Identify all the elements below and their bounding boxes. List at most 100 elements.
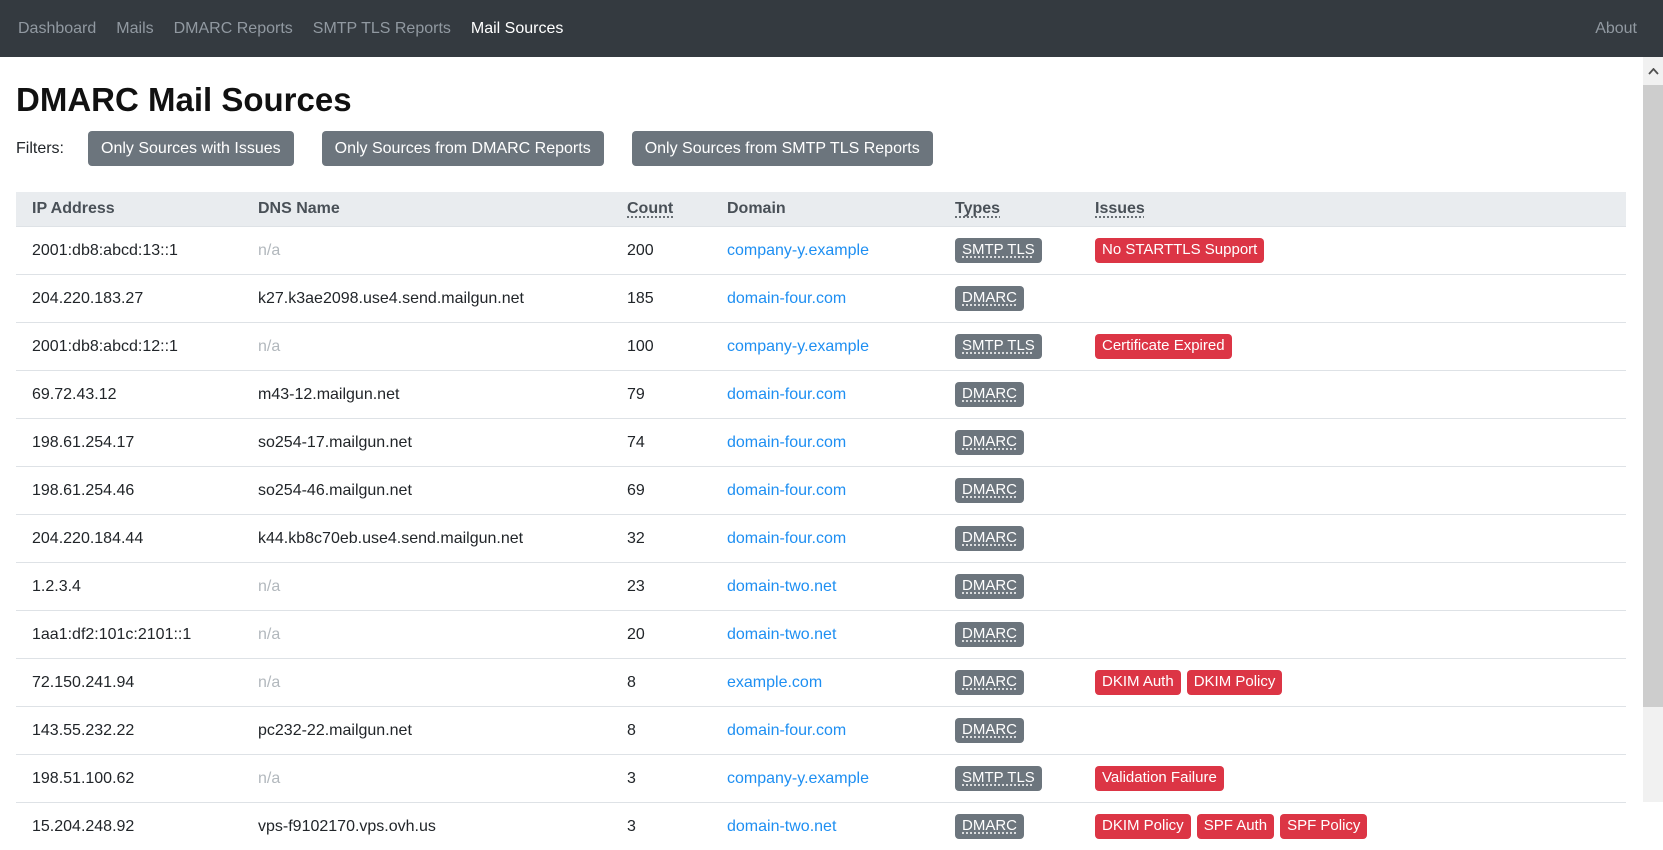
issues-cell bbox=[1079, 611, 1626, 659]
vertical-scrollbar[interactable] bbox=[1643, 57, 1663, 802]
types-cell: SMTP TLS bbox=[939, 755, 1079, 803]
ip-address-cell: 198.61.254.17 bbox=[16, 419, 242, 467]
domain-link[interactable]: domain-four.com bbox=[727, 722, 846, 739]
column-header-count[interactable]: Count bbox=[611, 192, 711, 227]
domain-link[interactable]: domain-four.com bbox=[727, 290, 846, 307]
ip-address-cell: 69.72.43.12 bbox=[16, 371, 242, 419]
domain-cell: domain-four.com bbox=[711, 371, 939, 419]
count-cell: 32 bbox=[611, 515, 711, 563]
type-badge-label: DMARC bbox=[962, 385, 1017, 402]
type-badge-dmarc[interactable]: DMARC bbox=[955, 430, 1024, 455]
domain-link[interactable]: domain-four.com bbox=[727, 530, 846, 547]
type-badge-dmarc[interactable]: DMARC bbox=[955, 670, 1024, 695]
column-header-issues[interactable]: Issues bbox=[1079, 192, 1626, 227]
type-badge-dmarc[interactable]: DMARC bbox=[955, 526, 1024, 551]
types-cell: DMARC bbox=[939, 275, 1079, 323]
domain-link[interactable]: domain-four.com bbox=[727, 386, 846, 403]
issues-cell bbox=[1079, 419, 1626, 467]
nav-item-dmarc-reports[interactable]: DMARC Reports bbox=[164, 12, 303, 46]
type-badge-label: DMARC bbox=[962, 625, 1017, 642]
ip-address-cell: 1aa1:df2:101c:2101::1 bbox=[16, 611, 242, 659]
scrollbar-thumb[interactable] bbox=[1643, 85, 1663, 707]
type-badge-dmarc[interactable]: DMARC bbox=[955, 574, 1024, 599]
table-row: 204.220.184.44k44.kb8c70eb.use4.send.mai… bbox=[16, 515, 1626, 563]
nav-item-about[interactable]: About bbox=[1593, 12, 1647, 45]
chevron-up-icon bbox=[1648, 68, 1659, 75]
domain-link[interactable]: domain-two.net bbox=[727, 626, 836, 643]
count-cell: 185 bbox=[611, 275, 711, 323]
dns-name-cell: k27.k3ae2098.use4.send.mailgun.net bbox=[242, 275, 611, 323]
domain-cell: domain-two.net bbox=[711, 563, 939, 611]
table-row: 1aa1:df2:101c:2101::1n/a20domain-two.net… bbox=[16, 611, 1626, 659]
issues-cell bbox=[1079, 275, 1626, 323]
issues-cell: Certificate Expired bbox=[1079, 323, 1626, 371]
types-cell: SMTP TLS bbox=[939, 323, 1079, 371]
type-badge-dmarc[interactable]: DMARC bbox=[955, 718, 1024, 743]
type-badge-smtp-tls[interactable]: SMTP TLS bbox=[955, 238, 1042, 263]
issue-badge-spf-policy: SPF Policy bbox=[1280, 814, 1367, 839]
issues-cell bbox=[1079, 563, 1626, 611]
ip-address-cell: 15.204.248.92 bbox=[16, 803, 242, 850]
column-header-types[interactable]: Types bbox=[939, 192, 1079, 227]
nav-item-mail-sources[interactable]: Mail Sources bbox=[461, 12, 573, 46]
dns-name-cell: m43-12.mailgun.net bbox=[242, 371, 611, 419]
types-cell: DMARC bbox=[939, 419, 1079, 467]
count-cell: 8 bbox=[611, 659, 711, 707]
type-badge-label: DMARC bbox=[962, 481, 1017, 498]
dns-name-cell: vps-f9102170.vps.ovh.us bbox=[242, 803, 611, 850]
issue-badge-certificate-expired: Certificate Expired bbox=[1095, 334, 1232, 359]
types-cell: DMARC bbox=[939, 563, 1079, 611]
table-row: 1.2.3.4n/a23domain-two.netDMARC bbox=[16, 563, 1626, 611]
type-badge-dmarc[interactable]: DMARC bbox=[955, 814, 1024, 839]
sort-link-issues[interactable]: Issues bbox=[1095, 200, 1145, 217]
type-badge-label: DMARC bbox=[962, 289, 1017, 306]
type-badge-dmarc[interactable]: DMARC bbox=[955, 286, 1024, 311]
dns-name-cell: so254-46.mailgun.net bbox=[242, 467, 611, 515]
issues-cell bbox=[1079, 515, 1626, 563]
dns-name-cell: n/a bbox=[242, 755, 611, 803]
issue-badge-dkim-policy: DKIM Policy bbox=[1095, 814, 1191, 839]
filter-button-only-sources-from-smtp-tls-reports[interactable]: Only Sources from SMTP TLS Reports bbox=[632, 131, 933, 166]
count-cell: 79 bbox=[611, 371, 711, 419]
count-cell: 3 bbox=[611, 803, 711, 850]
nav-item-smtp-tls-reports[interactable]: SMTP TLS Reports bbox=[303, 12, 461, 46]
ip-address-cell: 72.150.241.94 bbox=[16, 659, 242, 707]
count-cell: 74 bbox=[611, 419, 711, 467]
nav-item-dashboard[interactable]: Dashboard bbox=[16, 12, 106, 46]
issues-cell bbox=[1079, 371, 1626, 419]
domain-cell: example.com bbox=[711, 659, 939, 707]
type-badge-smtp-tls[interactable]: SMTP TLS bbox=[955, 334, 1042, 359]
nav-item-mails[interactable]: Mails bbox=[106, 12, 163, 46]
issue-badge-no-starttls-support: No STARTTLS Support bbox=[1095, 238, 1264, 263]
type-badge-dmarc[interactable]: DMARC bbox=[955, 478, 1024, 503]
domain-link[interactable]: company-y.example bbox=[727, 770, 869, 787]
count-cell: 20 bbox=[611, 611, 711, 659]
types-cell: DMARC bbox=[939, 515, 1079, 563]
filters-label: Filters: bbox=[16, 140, 64, 158]
domain-link[interactable]: example.com bbox=[727, 674, 822, 691]
type-badge-dmarc[interactable]: DMARC bbox=[955, 622, 1024, 647]
filter-button-only-sources-with-issues[interactable]: Only Sources with Issues bbox=[88, 131, 294, 166]
ip-address-cell: 2001:db8:abcd:12::1 bbox=[16, 323, 242, 371]
sort-link-count[interactable]: Count bbox=[627, 200, 673, 217]
mail-sources-table: IP AddressDNS NameCountDomainTypesIssues… bbox=[16, 192, 1626, 850]
type-badge-smtp-tls[interactable]: SMTP TLS bbox=[955, 766, 1042, 791]
issues-cell bbox=[1079, 467, 1626, 515]
type-badge-dmarc[interactable]: DMARC bbox=[955, 382, 1024, 407]
domain-link[interactable]: domain-two.net bbox=[727, 818, 836, 835]
domain-link[interactable]: domain-two.net bbox=[727, 578, 836, 595]
ip-address-cell: 1.2.3.4 bbox=[16, 563, 242, 611]
domain-link[interactable]: domain-four.com bbox=[727, 482, 846, 499]
domain-link[interactable]: domain-four.com bbox=[727, 434, 846, 451]
types-cell: DMARC bbox=[939, 707, 1079, 755]
dns-name-cell: n/a bbox=[242, 563, 611, 611]
domain-link[interactable]: company-y.example bbox=[727, 242, 869, 259]
count-cell: 69 bbox=[611, 467, 711, 515]
domain-link[interactable]: company-y.example bbox=[727, 338, 869, 355]
count-cell: 100 bbox=[611, 323, 711, 371]
scrollbar-up-button[interactable] bbox=[1643, 57, 1663, 85]
table-row: 2001:db8:abcd:13::1n/a200company-y.examp… bbox=[16, 227, 1626, 275]
sort-link-types[interactable]: Types bbox=[955, 200, 1000, 217]
filter-button-only-sources-from-dmarc-reports[interactable]: Only Sources from DMARC Reports bbox=[322, 131, 604, 166]
issue-badge-validation-failure: Validation Failure bbox=[1095, 766, 1224, 791]
